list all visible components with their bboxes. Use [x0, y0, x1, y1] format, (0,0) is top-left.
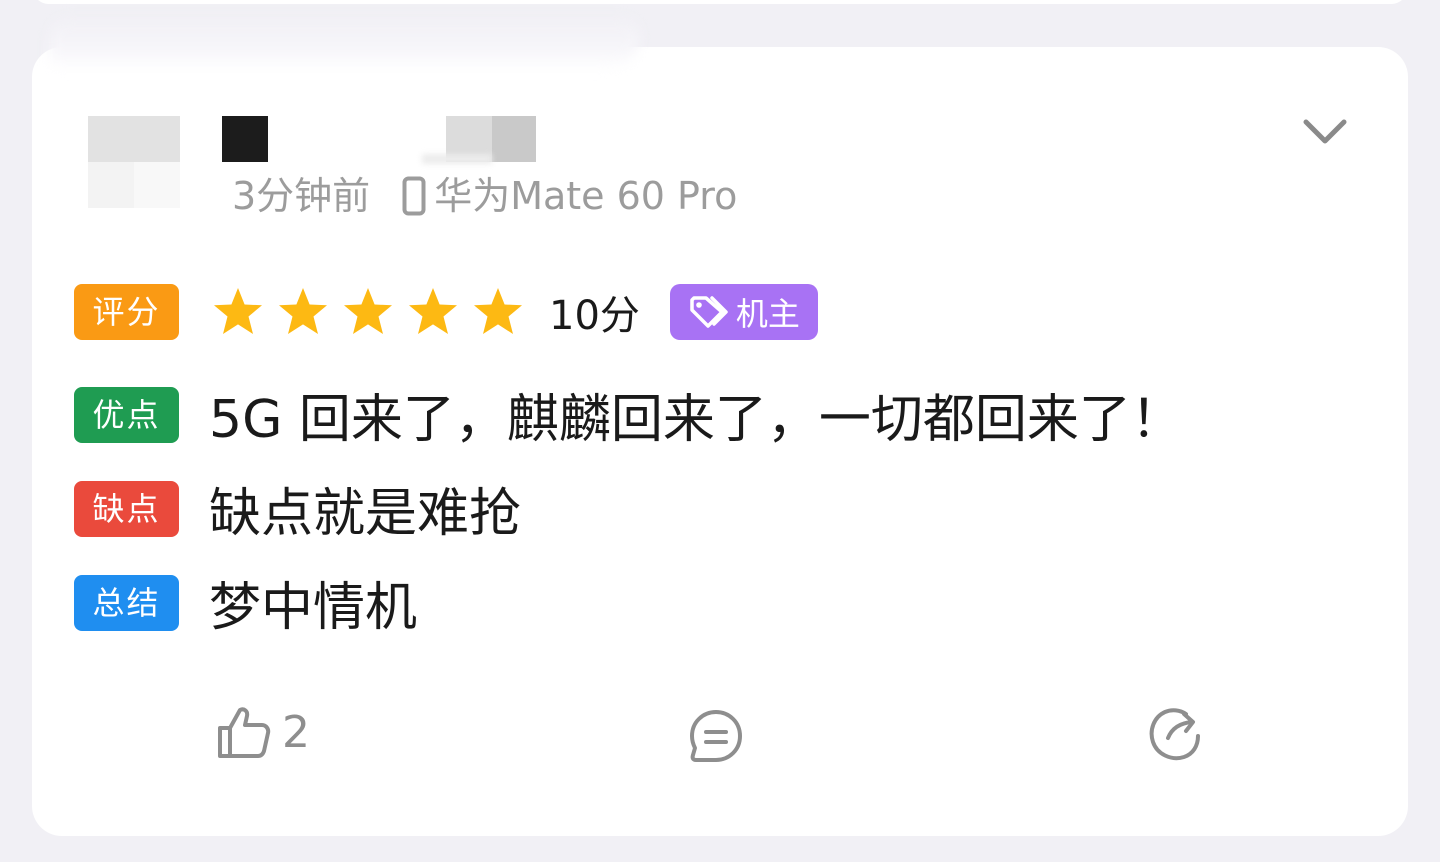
rating-tag: 评分 — [74, 284, 179, 340]
avatar[interactable] — [88, 116, 180, 208]
user-badge-redacted — [422, 116, 536, 164]
redacted-header — [50, 18, 640, 70]
previous-card — [32, 0, 1408, 4]
star-icon — [214, 288, 262, 334]
pros-tag: 优点 — [74, 386, 179, 443]
rating-score: 10分 — [549, 293, 640, 339]
pros-row: 优点 5G 回来了，麒麟回来了，一切都回来了！ — [74, 377, 1183, 452]
time-ago: 3分钟前 — [232, 174, 371, 218]
share-button[interactable] — [1146, 706, 1202, 762]
username-redacted[interactable] — [222, 116, 268, 162]
tag-icon — [690, 296, 728, 328]
star-icon — [409, 288, 457, 334]
phone-icon — [402, 176, 426, 216]
star-rating — [211, 285, 525, 339]
pros-text: 5G 回来了，麒麟回来了，一切都回来了！ — [209, 390, 1183, 450]
owner-badge: 机主 — [669, 284, 818, 340]
star-icon — [344, 288, 392, 334]
device-name: 华为Mate 60 Pro — [434, 174, 738, 218]
star-icon — [474, 288, 522, 334]
share-icon — [1149, 708, 1200, 761]
summary-tag: 总结 — [74, 574, 179, 631]
review-meta: 3分钟前 华为Mate 60 Pro — [232, 172, 737, 220]
summary-row: 总结 梦中情机 — [74, 565, 417, 640]
cons-row: 缺点 缺点就是难抢 — [74, 471, 521, 546]
chevron-down-icon[interactable] — [1300, 112, 1350, 152]
comment-button[interactable] — [688, 708, 744, 764]
cons-tag: 缺点 — [74, 480, 179, 537]
like-button[interactable]: 2 — [216, 704, 310, 760]
cons-text: 缺点就是难抢 — [209, 484, 522, 544]
like-count: 2 — [282, 706, 310, 758]
rating-row: 评分 10分 机主 — [74, 283, 818, 341]
summary-text: 梦中情机 — [209, 578, 418, 638]
action-bar: 2 — [0, 700, 1440, 770]
thumbs-up-icon — [218, 707, 271, 758]
owner-badge-label: 机主 — [735, 295, 800, 333]
star-icon — [279, 288, 327, 334]
comment-icon — [690, 710, 742, 762]
